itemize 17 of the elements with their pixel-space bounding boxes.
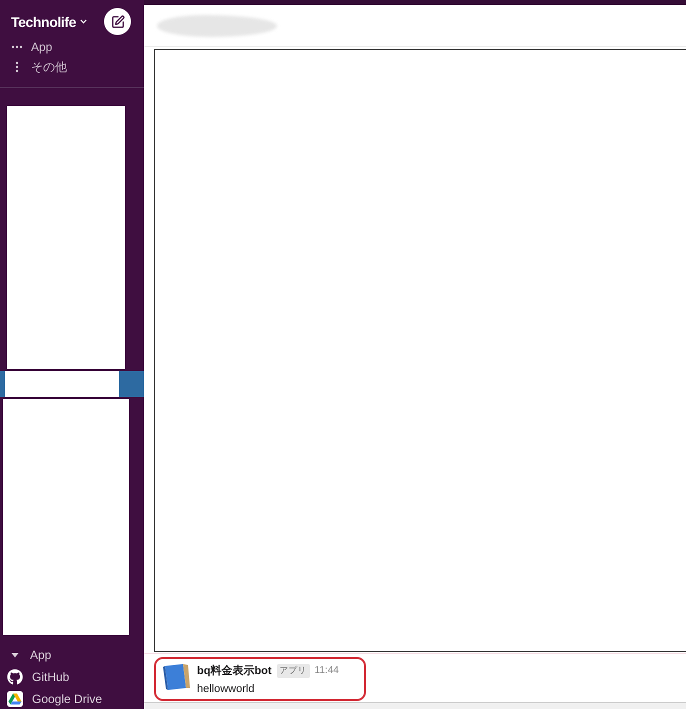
github-icon [7, 668, 23, 684]
edit-icon [110, 14, 124, 28]
message-text: hellowworld [197, 683, 254, 695]
chevron-down-icon [80, 19, 87, 24]
sender-name[interactable]: bq料金表示bot [197, 663, 272, 678]
compose-button[interactable] [104, 8, 131, 35]
app-item[interactable]: GitHub [0, 666, 74, 687]
more-icon [10, 45, 22, 49]
app-tag: アプリ [276, 664, 310, 678]
workspace-menu[interactable]: Technolife [11, 14, 87, 30]
vertical-dots-icon [14, 61, 18, 73]
section-toggle[interactable]: App [0, 644, 56, 665]
app-item[interactable]: Google Drive [0, 688, 106, 709]
notebook-avatar-icon [161, 662, 191, 692]
drive-icon [7, 690, 23, 706]
sidebar-item[interactable]: App [0, 37, 56, 57]
sidebar-item[interactable]: その他 [0, 57, 71, 77]
